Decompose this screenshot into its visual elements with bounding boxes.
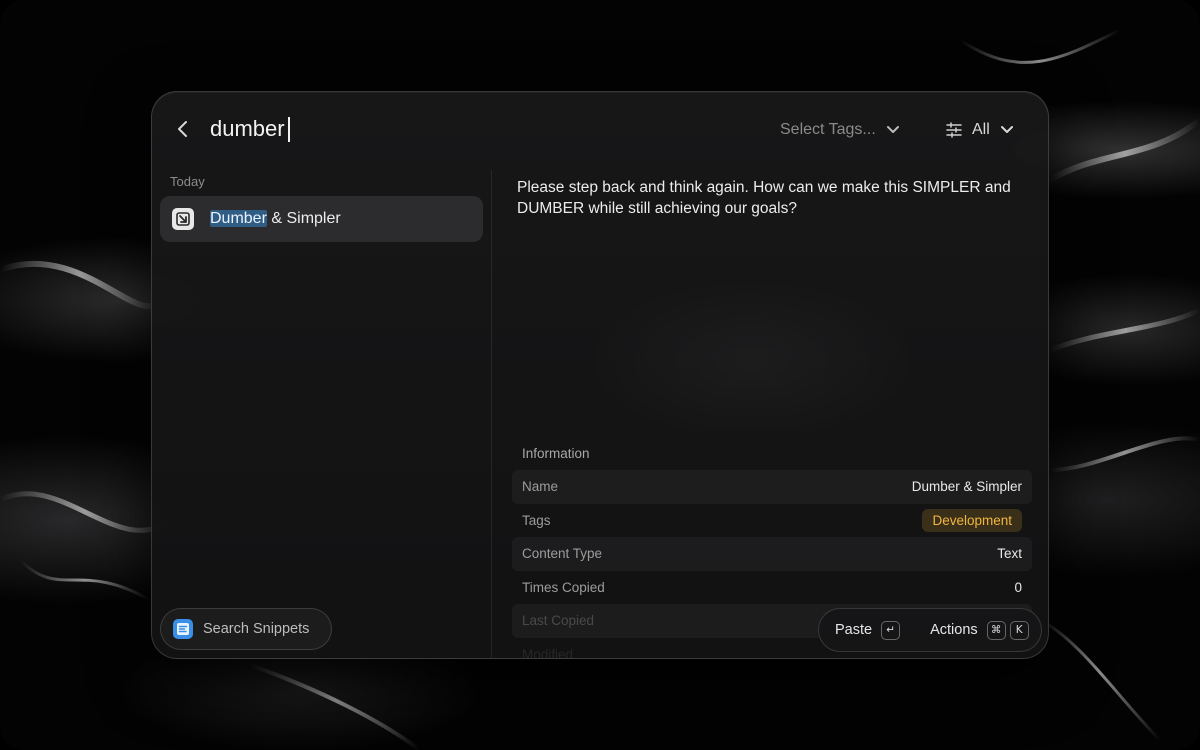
info-row-tags: Tags Development [512, 504, 1032, 538]
paste-label: Paste [835, 622, 873, 638]
actions-button[interactable]: Actions ⌘ K [930, 620, 1029, 640]
filter-dropdown-label: All [972, 121, 990, 138]
filter-dropdown[interactable]: All [946, 118, 1014, 142]
info-key: Last Copied [522, 613, 595, 629]
snippet-preview-text: Please step back and think again. How ca… [517, 179, 1011, 217]
paste-button[interactable]: Paste ↵ [835, 620, 901, 640]
search-snippets-button[interactable]: Search Snippets [160, 608, 332, 650]
tag-badge-development: Development [922, 508, 1022, 532]
action-bar: Paste ↵ Actions ⌘ K [818, 608, 1042, 652]
back-button[interactable] [170, 116, 196, 142]
header: Select Tags... All [152, 92, 1048, 170]
search-match-highlight: Dumber [210, 210, 267, 227]
info-value: 0 [1014, 579, 1022, 595]
info-row-name: Name Dumber & Simpler [512, 470, 1032, 504]
info-value: Dumber & Simpler [911, 479, 1022, 495]
snippets-window: Select Tags... All To [151, 91, 1049, 659]
list-item-title-rest: & Simpler [266, 210, 341, 227]
chevron-left-icon [178, 121, 187, 137]
list-item-title: Dumber & Simpler [210, 210, 341, 228]
actions-label: Actions [930, 622, 978, 638]
chevron-down-icon [886, 126, 899, 133]
info-row-content-type: Content Type Text [512, 537, 1032, 571]
info-key: Content Type [522, 546, 603, 562]
info-row-times-copied: Times Copied 0 [512, 571, 1032, 605]
filter-sliders-icon [946, 122, 962, 138]
tags-dropdown-label: Select Tags... [780, 121, 876, 138]
info-key: Modified [522, 646, 574, 659]
search-snippets-label: Search Snippets [203, 621, 310, 637]
information-heading: Information [522, 446, 590, 461]
list-item[interactable]: Dumber & Simpler [160, 196, 483, 242]
info-key: Name [522, 479, 559, 495]
return-key-icon: ↵ [881, 620, 901, 640]
snippets-app-icon [173, 619, 193, 639]
text-caret [288, 117, 290, 142]
chevron-down-icon [1000, 126, 1013, 133]
info-key: Tags [522, 512, 551, 528]
section-label-today: Today [170, 174, 205, 189]
pane-divider [491, 170, 492, 658]
info-key: Times Copied [522, 579, 605, 595]
tags-dropdown[interactable]: Select Tags... [780, 118, 900, 142]
snippet-arrow-icon [172, 208, 194, 230]
command-key-icon: ⌘ [986, 620, 1006, 640]
info-value: Text [997, 546, 1022, 562]
k-key-icon: K [1009, 620, 1029, 640]
search-input[interactable] [210, 113, 630, 145]
